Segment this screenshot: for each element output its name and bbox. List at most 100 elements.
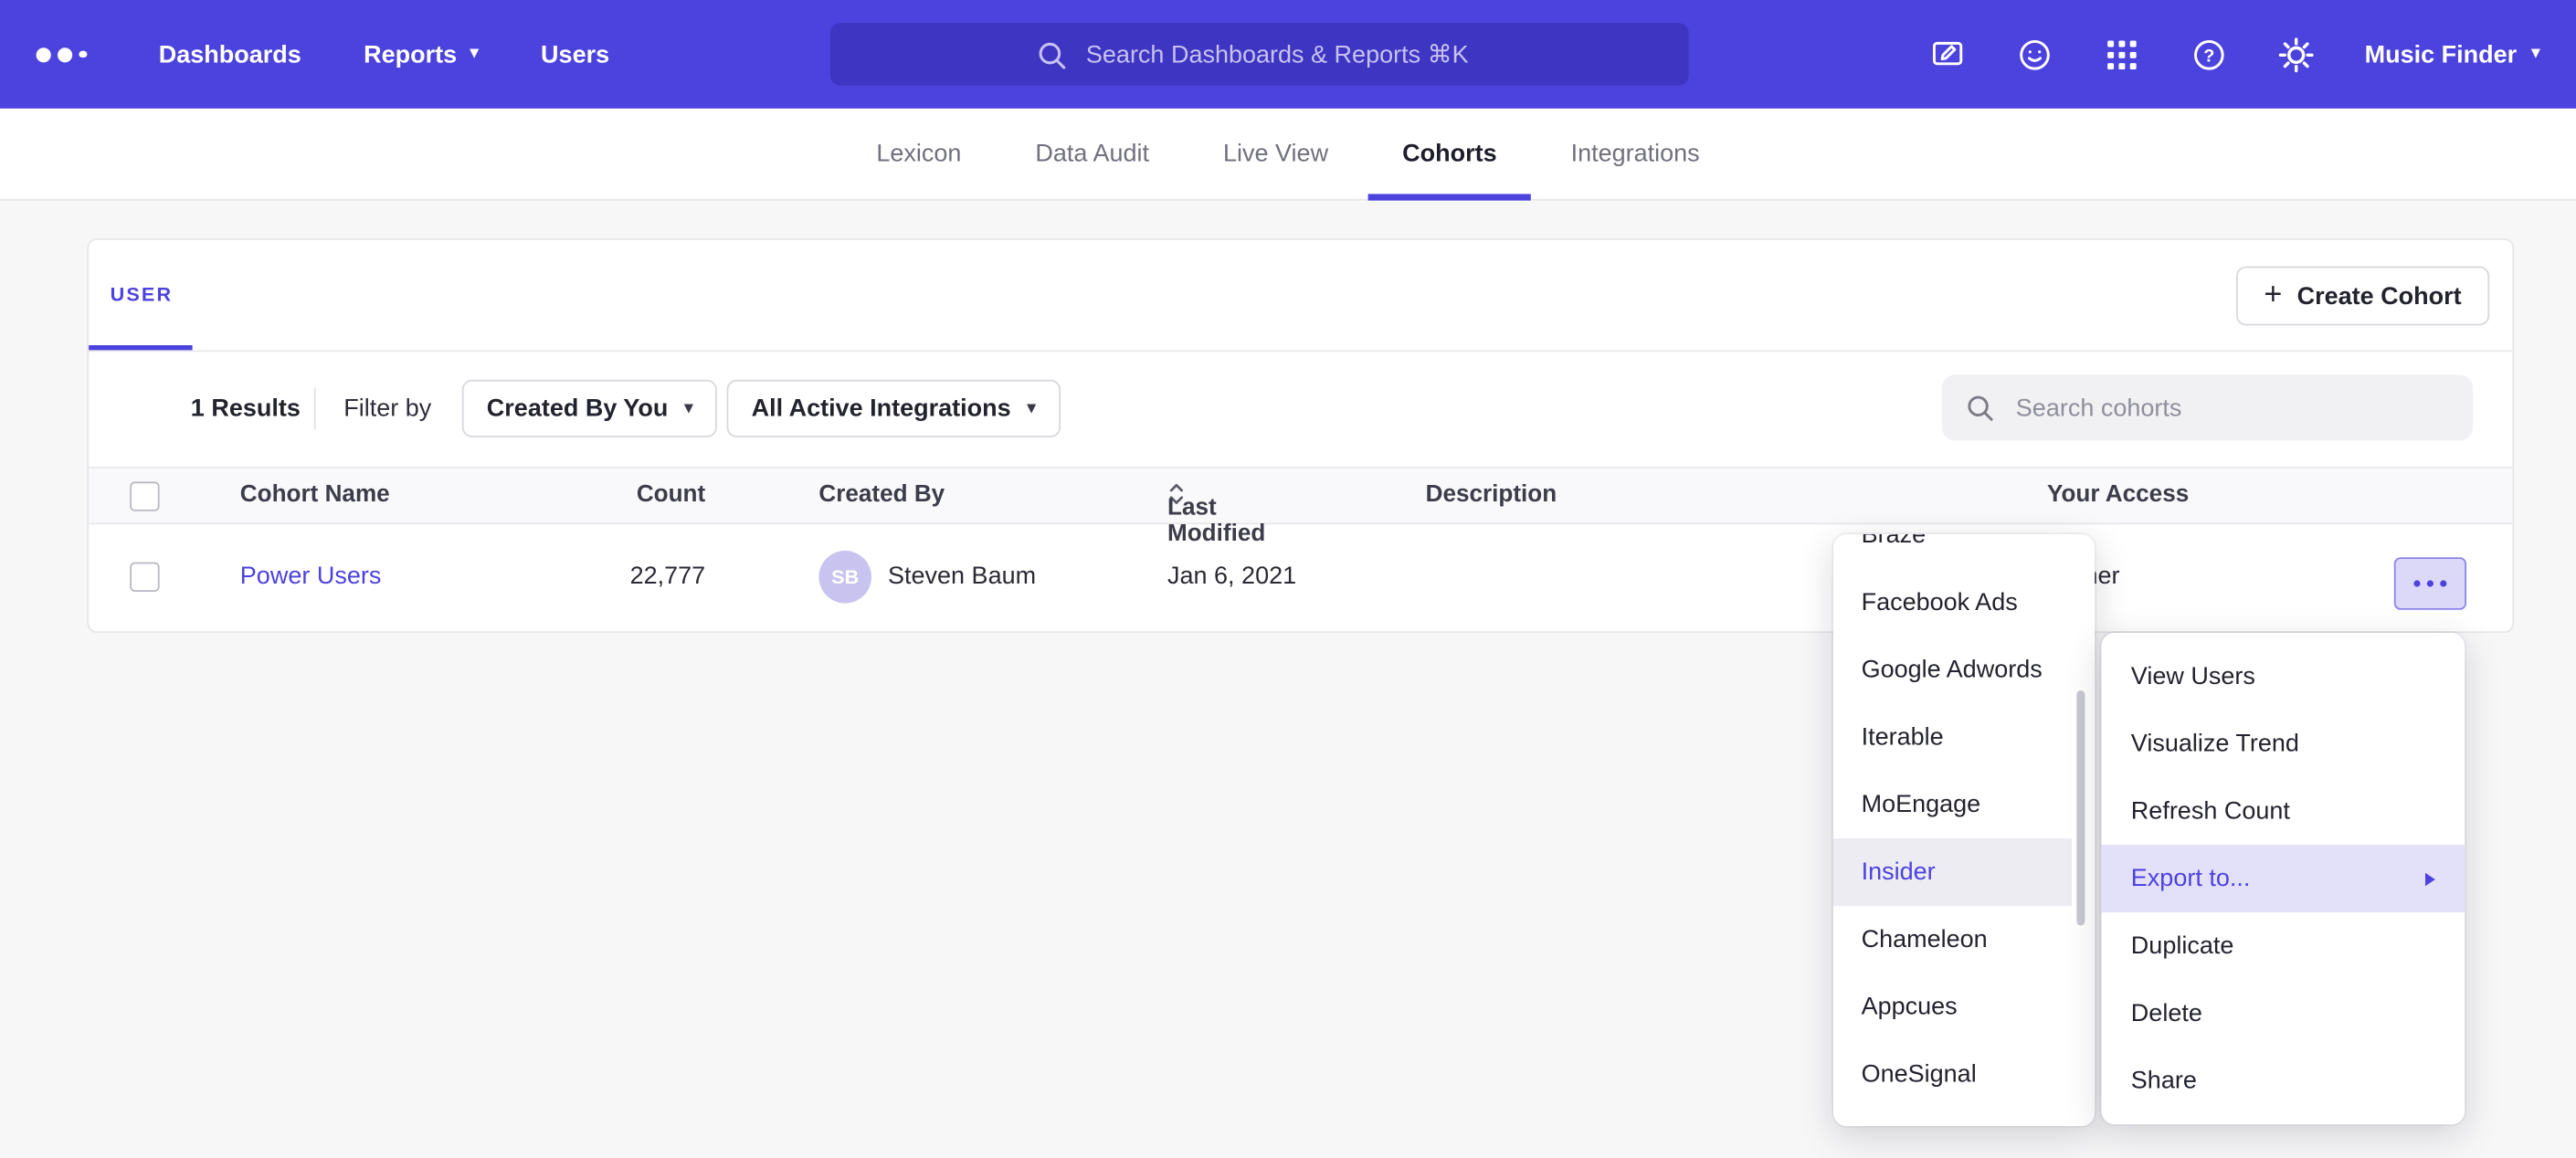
tab-integrations[interactable]: Integrations (1571, 109, 1700, 199)
tab-label: Live View (1223, 140, 1328, 168)
export-destination-submenu: Braze Facebook Ads Google Adwords Iterab… (1833, 534, 2095, 1126)
menu-item-google-adwords[interactable]: Google Adwords (1833, 637, 2072, 704)
menu-item-visualize-trend[interactable]: Visualize Trend (2101, 711, 2465, 778)
header-created-by: Created By (818, 481, 945, 508)
menu-item-iterable[interactable]: Iterable (1833, 703, 2072, 771)
tab-cohorts[interactable]: Cohorts (1402, 109, 1497, 199)
tab-data-audit[interactable]: Data Audit (1035, 109, 1149, 199)
export-destination-list: Braze Facebook Ads Google Adwords Iterab… (1833, 534, 2072, 1108)
menu-item-label: Share (2131, 1067, 2197, 1095)
primary-nav: Dashboards Reports ▾ Users (159, 40, 609, 68)
dot-icon (2413, 580, 2421, 587)
tab-label: Integrations (1571, 140, 1700, 168)
menu-item-label: Duplicate (2131, 932, 2234, 961)
menu-item-appcues[interactable]: Appcues (1833, 974, 2072, 1041)
created-by-value: Steven Baum (888, 563, 1036, 591)
cohorts-panel: USER + Create Cohort 1 Results Filter by… (87, 238, 2514, 633)
settings-gear-icon[interactable] (2277, 36, 2315, 73)
menu-item-label: Iterable (1862, 723, 1944, 752)
global-search-input[interactable] (1082, 38, 1483, 69)
menu-item-label: MoEngage (1862, 791, 1981, 819)
cohort-search-input[interactable] (2012, 392, 2430, 423)
create-cohort-label: Create Cohort (2297, 282, 2462, 311)
menu-item-label: Chameleon (1862, 925, 1988, 953)
svg-text:?: ? (2203, 46, 2214, 66)
chevron-down-icon: ▾ (1028, 400, 1036, 416)
dot-icon (2440, 580, 2447, 587)
search-icon (1035, 38, 1066, 69)
menu-item-label: Delete (2131, 999, 2202, 1027)
table-row: Power Users 22,777 SB Steven Baum Jan 6,… (89, 524, 2512, 629)
header-description: Description (1426, 481, 1557, 508)
nav-item-reports[interactable]: Reports ▾ (364, 40, 478, 68)
filter-by-label: Filter by (343, 395, 431, 423)
tab-label: Data Audit (1035, 140, 1149, 168)
create-cohort-button[interactable]: + Create Cohort (2236, 267, 2489, 326)
whats-new-icon[interactable] (2016, 36, 2053, 73)
last-modified-value: Jan 6, 2021 (1167, 563, 1296, 591)
apps-grid-icon[interactable] (2103, 36, 2140, 73)
integrations-filter-dropdown[interactable]: All Active Integrations ▾ (727, 380, 1061, 437)
header-cohort-name: Cohort Name (240, 481, 390, 508)
workspace-name: Music Finder (2365, 40, 2518, 68)
created-by-filter-dropdown[interactable]: Created By You ▾ (462, 380, 718, 437)
menu-item-export-to[interactable]: Export to... (2101, 845, 2465, 912)
nav-item-dashboards[interactable]: Dashboards (159, 40, 301, 68)
section-tabbar: Lexicon Data Audit Live View Cohorts Int… (0, 109, 2576, 201)
dot-icon (2426, 580, 2433, 587)
menu-item-label: Braze (1862, 534, 1927, 549)
tab-live-view[interactable]: Live View (1223, 109, 1328, 199)
submenu-scrollbar[interactable] (2076, 690, 2085, 925)
menu-item-share[interactable]: Share (2101, 1047, 2465, 1115)
menu-item-facebook-ads[interactable]: Facebook Ads (1833, 569, 2072, 637)
chevron-down-icon: ▾ (2531, 46, 2539, 62)
search-icon (1965, 393, 1994, 422)
menu-item-chameleon[interactable]: Chameleon (1833, 906, 2072, 974)
tab-label: Cohorts (1402, 140, 1497, 168)
nav-utilities: ? Music Finder ▾ (1929, 0, 2540, 109)
nav-item-label: Users (541, 40, 609, 68)
filter-toolbar: 1 Results Filter by Created By You ▾ All… (89, 350, 2512, 467)
chevron-down-icon: ▾ (470, 46, 479, 62)
results-count: 1 Results (191, 395, 301, 423)
tab-lexicon[interactable]: Lexicon (876, 109, 961, 199)
menu-item-label: Insider (1862, 858, 1936, 887)
menu-item-label: Refresh Count (2131, 797, 2290, 826)
menu-item-braze[interactable]: Braze (1833, 534, 2072, 569)
divider (314, 388, 316, 429)
mixpanel-logo[interactable] (37, 47, 87, 61)
menu-item-onesignal[interactable]: OneSignal (1833, 1040, 2072, 1108)
header-your-access: Your Access (2047, 481, 2189, 508)
menu-item-label: Visualize Trend (2131, 730, 2299, 758)
dropdown-value: Created By You (487, 395, 669, 423)
menu-item-delete[interactable]: Delete (2101, 980, 2465, 1047)
menu-item-label: Appcues (1862, 993, 1958, 1021)
nav-item-label: Reports (364, 40, 457, 68)
top-navbar: Dashboards Reports ▾ Users (0, 0, 2576, 109)
menu-item-label: Facebook Ads (1862, 588, 2018, 616)
cohort-search-bar[interactable] (1942, 374, 2473, 440)
table-header-row: Cohort Name Count Created By Last Modifi… (89, 467, 2512, 524)
menu-item-insider[interactable]: Insider (1833, 838, 2072, 906)
nav-item-users[interactable]: Users (541, 40, 609, 68)
header-last-modified[interactable]: Last Modified (1167, 481, 1186, 506)
menu-item-label: OneSignal (1862, 1060, 1977, 1089)
menu-item-refresh-count[interactable]: Refresh Count (2101, 777, 2465, 845)
row-context-menu: View Users Visualize Trend Refresh Count… (2101, 633, 2465, 1124)
tab-user-cohorts[interactable]: USER (111, 283, 174, 306)
menu-item-moengage[interactable]: MoEngage (1833, 771, 2072, 838)
nav-item-label: Dashboards (159, 40, 301, 68)
menu-item-label: View Users (2131, 662, 2255, 690)
row-actions-button[interactable] (2394, 557, 2466, 610)
feedback-icon[interactable] (1929, 36, 1967, 73)
global-search-bar[interactable] (830, 23, 1689, 85)
cohort-name-link[interactable]: Power Users (240, 563, 382, 591)
row-checkbox[interactable] (130, 563, 159, 592)
select-all-checkbox[interactable] (130, 481, 159, 511)
menu-item-duplicate[interactable]: Duplicate (2101, 912, 2465, 980)
menu-item-label: Export to... (2131, 865, 2251, 893)
workspace-switcher[interactable]: Music Finder ▾ (2365, 40, 2540, 68)
menu-item-view-users[interactable]: View Users (2101, 643, 2465, 711)
tab-label: Lexicon (876, 140, 961, 168)
help-icon[interactable]: ? (2191, 36, 2228, 73)
